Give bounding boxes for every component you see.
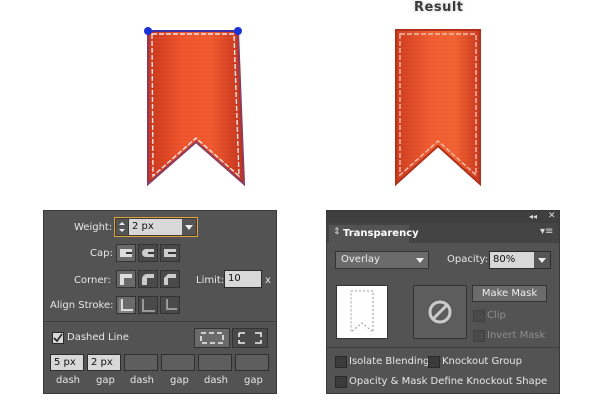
align-inside-icon [142,299,155,312]
opacity-input[interactable]: 80% [490,252,534,268]
dash-preserve-icon [200,332,224,344]
align-center-icon [119,299,133,313]
dash-fields: 5 px 2 px dash gap dash gap dash gap [50,354,270,390]
ribbon-result-artwork [395,29,481,187]
opacity-mask-knockout-checkbox[interactable] [335,376,347,388]
gap-3-caption: gap [244,375,263,386]
limit-unit: x [265,275,271,286]
chevron-down-icon [538,258,546,263]
weight-control[interactable]: 2 px [114,217,198,237]
tab-transparency-label: Transparency [343,228,419,239]
transparency-panel: ◂◂ ✕ ⇕ Transparency ▾≡ Overlay Opacity: … [326,210,560,394]
round-cap-button[interactable] [138,244,158,262]
panel-top-bar: ◂◂ ✕ [327,211,559,223]
dash-2-caption: dash [130,375,155,386]
corner-label: Corner: [74,275,111,286]
close-icon[interactable]: ✕ [548,210,556,222]
round-cap-icon [142,249,154,257]
gap-1-input[interactable]: 2 px [87,354,121,371]
weight-label: Weight: [74,222,113,233]
invert-mask-label: Invert Mask [487,330,546,341]
blend-mode-select[interactable]: Overlay [335,251,429,269]
result-label: Result [414,0,464,15]
align-outside-button[interactable] [160,296,180,314]
weight-input[interactable]: 2 px [129,219,184,235]
panel-menu-icon[interactable]: ▾≡ [540,226,553,237]
projecting-cap-button[interactable] [160,244,180,262]
dash-align-icon [238,332,262,344]
dash-3-caption: dash [204,375,229,386]
ribbon-selected-artwork[interactable] [140,24,250,196]
preserve-dash-button[interactable] [194,328,230,348]
no-mask-icon [428,300,452,324]
gap-2-input[interactable] [161,354,195,371]
thumbnail-ribbon-icon [350,290,374,334]
align-stroke-label: Align Stroke: [50,300,114,311]
knockout-group-label: Knockout Group [442,356,522,367]
gap-1-caption: gap [96,375,115,386]
divider [327,347,559,348]
bevel-join-icon [164,274,176,285]
chevron-down-icon [416,258,424,263]
dash-3-input[interactable] [198,354,232,371]
dash-1-caption: dash [56,375,81,386]
round-join-button[interactable] [138,270,158,288]
butt-cap-icon [120,249,132,257]
knockout-group-checkbox[interactable] [428,356,440,368]
invert-mask-checkbox[interactable] [473,330,485,342]
checkmark-icon [53,333,63,343]
tab-transparency[interactable]: ⇕ Transparency [329,225,419,243]
dashed-line-checkbox[interactable] [52,332,64,344]
align-outside-icon [166,299,177,310]
stepper-arrows-icon [119,222,125,232]
clip-checkbox[interactable] [473,310,485,322]
limit-label: Limit: [196,275,225,286]
gap-2-caption: gap [170,375,189,386]
butt-cap-button[interactable] [116,244,136,262]
weight-stepper[interactable] [116,219,128,235]
gap-3-input[interactable] [235,354,269,371]
round-join-icon [142,274,154,285]
anchor-point-right [234,27,242,35]
cap-label: Cap: [90,248,113,259]
tab-arrows-icon: ⇕ [333,227,341,237]
align-inside-button[interactable] [138,296,158,314]
collapse-icon[interactable]: ◂◂ [529,211,537,223]
panel-tab-row: ⇕ Transparency ▾≡ [327,223,559,243]
stroke-panel: Weight: 2 px Cap: Corner: Limit: 10 x Al… [43,210,277,394]
isolate-blending-label: Isolate Blending [349,356,430,367]
dash-1-input[interactable]: 5 px [50,354,84,371]
chevron-down-icon [185,225,193,230]
miter-join-icon [120,274,132,285]
artwork-thumbnail[interactable] [336,285,388,339]
projecting-cap-icon [164,249,176,257]
mask-thumbnail[interactable] [413,285,467,339]
make-mask-button[interactable]: Make Mask [472,285,547,302]
align-dash-button[interactable] [232,328,268,348]
dashed-line-label: Dashed Line [67,332,129,343]
isolate-blending-checkbox[interactable] [335,356,347,368]
limit-input[interactable]: 10 [224,270,262,288]
opacity-label: Opacity: [447,254,489,265]
align-center-button[interactable] [116,296,136,314]
weight-dropdown-button[interactable] [182,219,196,235]
dash-2-input[interactable] [124,354,158,371]
blend-mode-value: Overlay [341,254,380,265]
miter-join-button[interactable] [116,270,136,288]
anchor-point-left [144,27,152,35]
make-mask-label: Make Mask [481,288,538,299]
opacity-mask-knockout-label: Opacity & Mask Define Knockout Shape [349,376,548,387]
opacity-control[interactable]: 80% [489,251,551,269]
clip-label: Clip [487,310,506,321]
bevel-join-button[interactable] [160,270,180,288]
divider [44,321,276,322]
